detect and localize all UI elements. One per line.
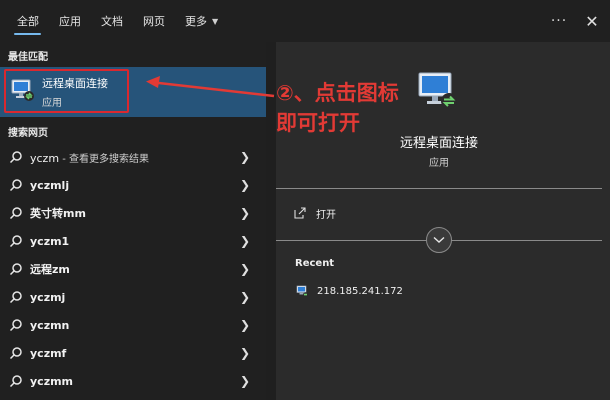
web-item-label: yczm1 [30, 235, 69, 248]
tab-documents[interactable]: 文档 [91, 0, 133, 42]
web-item-text: yczm1 [30, 234, 70, 248]
web-item-text: yczmf [30, 346, 67, 360]
tab-all[interactable]: 全部 [0, 0, 49, 42]
search-icon [9, 207, 22, 220]
tab-apps-label: 应用 [59, 15, 81, 28]
web-item-label: 英寸转mm [30, 205, 86, 221]
list-item[interactable]: yczmf ❯ [0, 339, 266, 367]
chevron-right-icon: ❯ [239, 346, 250, 360]
list-item[interactable]: yczmn ❯ [0, 311, 266, 339]
web-item-label: 远程zm [30, 261, 70, 277]
web-results-list: yczm - 查看更多搜索结果 ❯ yczmlj ❯ 英寸转mm ❯ yczm1… [0, 143, 266, 395]
search-icon [9, 291, 22, 304]
chevron-right-icon: ❯ [239, 150, 250, 164]
recent-item[interactable]: 218.185.241.172 [296, 283, 403, 299]
web-item-label: yczmm [30, 375, 73, 388]
search-icon [9, 235, 22, 248]
list-item[interactable]: 英寸转mm ❯ [0, 199, 266, 227]
web-item-subtext: - 查看更多搜索结果 [59, 153, 150, 165]
annotation-text: ②、点击图标 即可打开 [276, 78, 399, 138]
list-item[interactable]: yczm - 查看更多搜索结果 ❯ [0, 143, 266, 171]
red-highlight-box [4, 69, 129, 113]
recent-heading: Recent [295, 258, 335, 269]
chevron-right-icon: ❯ [239, 262, 250, 276]
app-type: 应用 [429, 158, 449, 169]
web-item-label: yczmf [30, 347, 66, 360]
best-match-heading: 最佳匹配 [8, 52, 48, 63]
list-item[interactable]: yczm1 ❯ [0, 227, 266, 255]
more-options-button[interactable]: ··· [544, 13, 574, 29]
divider [276, 188, 602, 189]
annotation-line-2: 即可打开 [276, 111, 360, 135]
list-item[interactable]: yczmm ❯ [0, 367, 266, 395]
chevron-down-icon: ▼ [212, 16, 219, 26]
list-item[interactable]: 远程zm ❯ [0, 255, 266, 283]
web-item-text: yczmm [30, 374, 74, 388]
open-button[interactable]: 打开 [294, 205, 336, 221]
tab-apps[interactable]: 应用 [49, 0, 91, 42]
tab-more-label: 更多 [185, 15, 207, 28]
search-icon [9, 151, 22, 164]
web-item-text: yczmlj [30, 178, 70, 192]
chevron-right-icon: ❯ [239, 206, 250, 220]
chevron-right-icon: ❯ [239, 178, 250, 192]
annotation-arrow [146, 76, 275, 98]
list-item[interactable]: yczmj ❯ [0, 283, 266, 311]
web-item-text: yczmn [30, 318, 70, 332]
tab-documents-label: 文档 [101, 15, 123, 28]
search-icon [9, 179, 22, 192]
tab-web-label: 网页 [143, 15, 165, 28]
chevron-down-icon [433, 236, 445, 243]
web-item-text: 英寸转mm [30, 207, 86, 220]
chevron-right-icon: ❯ [239, 290, 250, 304]
tab-all-label: 全部 [17, 15, 39, 28]
chevron-right-icon: ❯ [239, 234, 250, 248]
search-icon [9, 263, 22, 276]
search-icon [9, 347, 22, 360]
web-search-heading: 搜索网页 [8, 128, 48, 139]
web-item-label: yczm - 查看更多搜索结果 [30, 150, 149, 165]
annotation-line-1: ②、点击图标 [276, 81, 399, 105]
tab-more[interactable]: 更多 ▼ [175, 0, 228, 42]
web-item-text: yczmj [30, 290, 66, 304]
chevron-right-icon: ❯ [239, 318, 250, 332]
remote-desktop-icon [418, 72, 457, 109]
tab-web[interactable]: 网页 [133, 0, 175, 42]
web-item-label: yczmj [30, 291, 65, 304]
search-icon [9, 319, 22, 332]
close-button[interactable]: ✕ [574, 12, 610, 31]
search-tabbar: 全部 应用 文档 网页 更多 ▼ ··· ✕ [0, 0, 610, 42]
expand-button[interactable] [426, 227, 452, 253]
chevron-right-icon: ❯ [239, 374, 250, 388]
recent-item-label: 218.185.241.172 [317, 285, 403, 297]
remote-desktop-icon [296, 285, 308, 297]
web-item-label: yczmn [30, 319, 69, 332]
open-label: 打开 [316, 209, 336, 221]
web-item-text: yczm [30, 151, 60, 165]
web-item-label: yczmlj [30, 179, 69, 192]
search-icon [9, 375, 22, 388]
list-item[interactable]: yczmlj ❯ [0, 171, 266, 199]
open-icon [294, 207, 306, 219]
web-item-text: 远程zm [30, 263, 70, 276]
